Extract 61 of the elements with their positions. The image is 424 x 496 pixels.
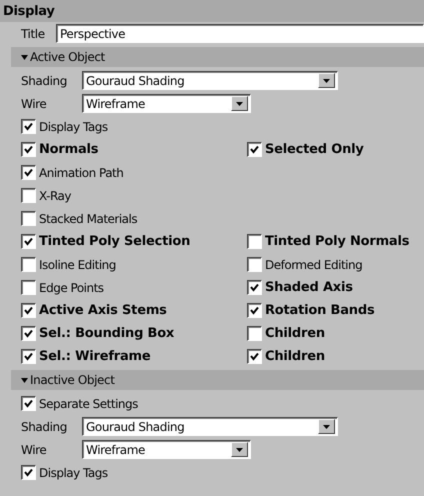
caret-icon [323, 424, 330, 428]
checkbox-label: Deformed Editing [265, 258, 362, 272]
checkbox[interactable] [247, 257, 262, 272]
checkbox-label: Children [265, 326, 325, 341]
section-title: Active Object [30, 50, 105, 64]
caret-icon [236, 448, 243, 452]
checkbox[interactable] [21, 303, 36, 318]
checkbox[interactable] [247, 234, 262, 249]
checkbox-label: X-Ray [39, 188, 71, 202]
checkbox-label: Tinted Poly Normals [265, 234, 410, 249]
checkbox[interactable] [21, 280, 36, 295]
checkbox[interactable] [21, 142, 36, 157]
section-header[interactable]: Active Object [11, 47, 424, 67]
checkbox-label: Sel.: Bounding Box [39, 326, 174, 341]
checkbox-label: Shaded Axis [265, 280, 353, 295]
checkbox-label: Normals [39, 142, 98, 157]
checkbox-label: Display Tags [39, 466, 108, 480]
checkbox-label: Sel.: Wireframe [39, 349, 151, 364]
checkbox[interactable] [21, 326, 36, 341]
checkbox-label: Children [265, 349, 325, 364]
checkbox-label: Display Tags [39, 120, 108, 134]
checkbox[interactable] [247, 326, 262, 341]
checkbox[interactable] [21, 465, 36, 480]
dropdown[interactable]: Wireframe [82, 94, 251, 113]
checkbox-label: Tinted Poly Selection [39, 234, 190, 249]
checkbox[interactable] [21, 119, 36, 134]
checkbox[interactable] [21, 396, 36, 411]
checkbox[interactable] [247, 303, 262, 318]
checkbox-label: Rotation Bands [265, 303, 374, 318]
title-field[interactable]: Perspective [56, 24, 424, 43]
caret-icon [21, 54, 28, 60]
checkbox[interactable] [21, 234, 36, 249]
section-header[interactable]: Inactive Object [11, 370, 424, 390]
checkbox[interactable] [247, 280, 262, 295]
checkbox[interactable] [21, 257, 36, 272]
caret-icon [236, 102, 243, 106]
checkbox-label: Selected Only [265, 142, 364, 157]
dropdown[interactable]: Gouraud Shading [82, 71, 338, 90]
checkbox[interactable] [21, 188, 36, 203]
caret-icon [323, 78, 330, 82]
field-label: Shading [21, 420, 68, 434]
checkbox[interactable] [247, 349, 262, 364]
checkbox[interactable] [21, 165, 36, 180]
dropdown[interactable]: Wireframe [82, 440, 251, 459]
checkbox-label: Edge Points [39, 280, 104, 294]
checkbox-label: Separate Settings [39, 396, 138, 410]
caret-icon [21, 378, 28, 382]
checkbox[interactable] [247, 142, 262, 157]
field-label: Title [21, 26, 46, 40]
panel-header: Display [0, 0, 424, 22]
checkbox-label: Isoline Editing [39, 258, 116, 272]
checkbox-label: Animation Path [39, 166, 124, 180]
checkbox[interactable] [21, 211, 36, 226]
dropdown[interactable]: Gouraud Shading [82, 417, 338, 436]
checkbox[interactable] [21, 349, 36, 364]
field-label: Wire [21, 442, 48, 456]
checkbox-label: Active Axis Stems [39, 303, 167, 318]
section-title: Inactive Object [30, 373, 115, 387]
field-label: Wire [21, 96, 48, 110]
field-label: Shading [21, 74, 68, 88]
checkbox-label: Stacked Materials [39, 212, 138, 226]
